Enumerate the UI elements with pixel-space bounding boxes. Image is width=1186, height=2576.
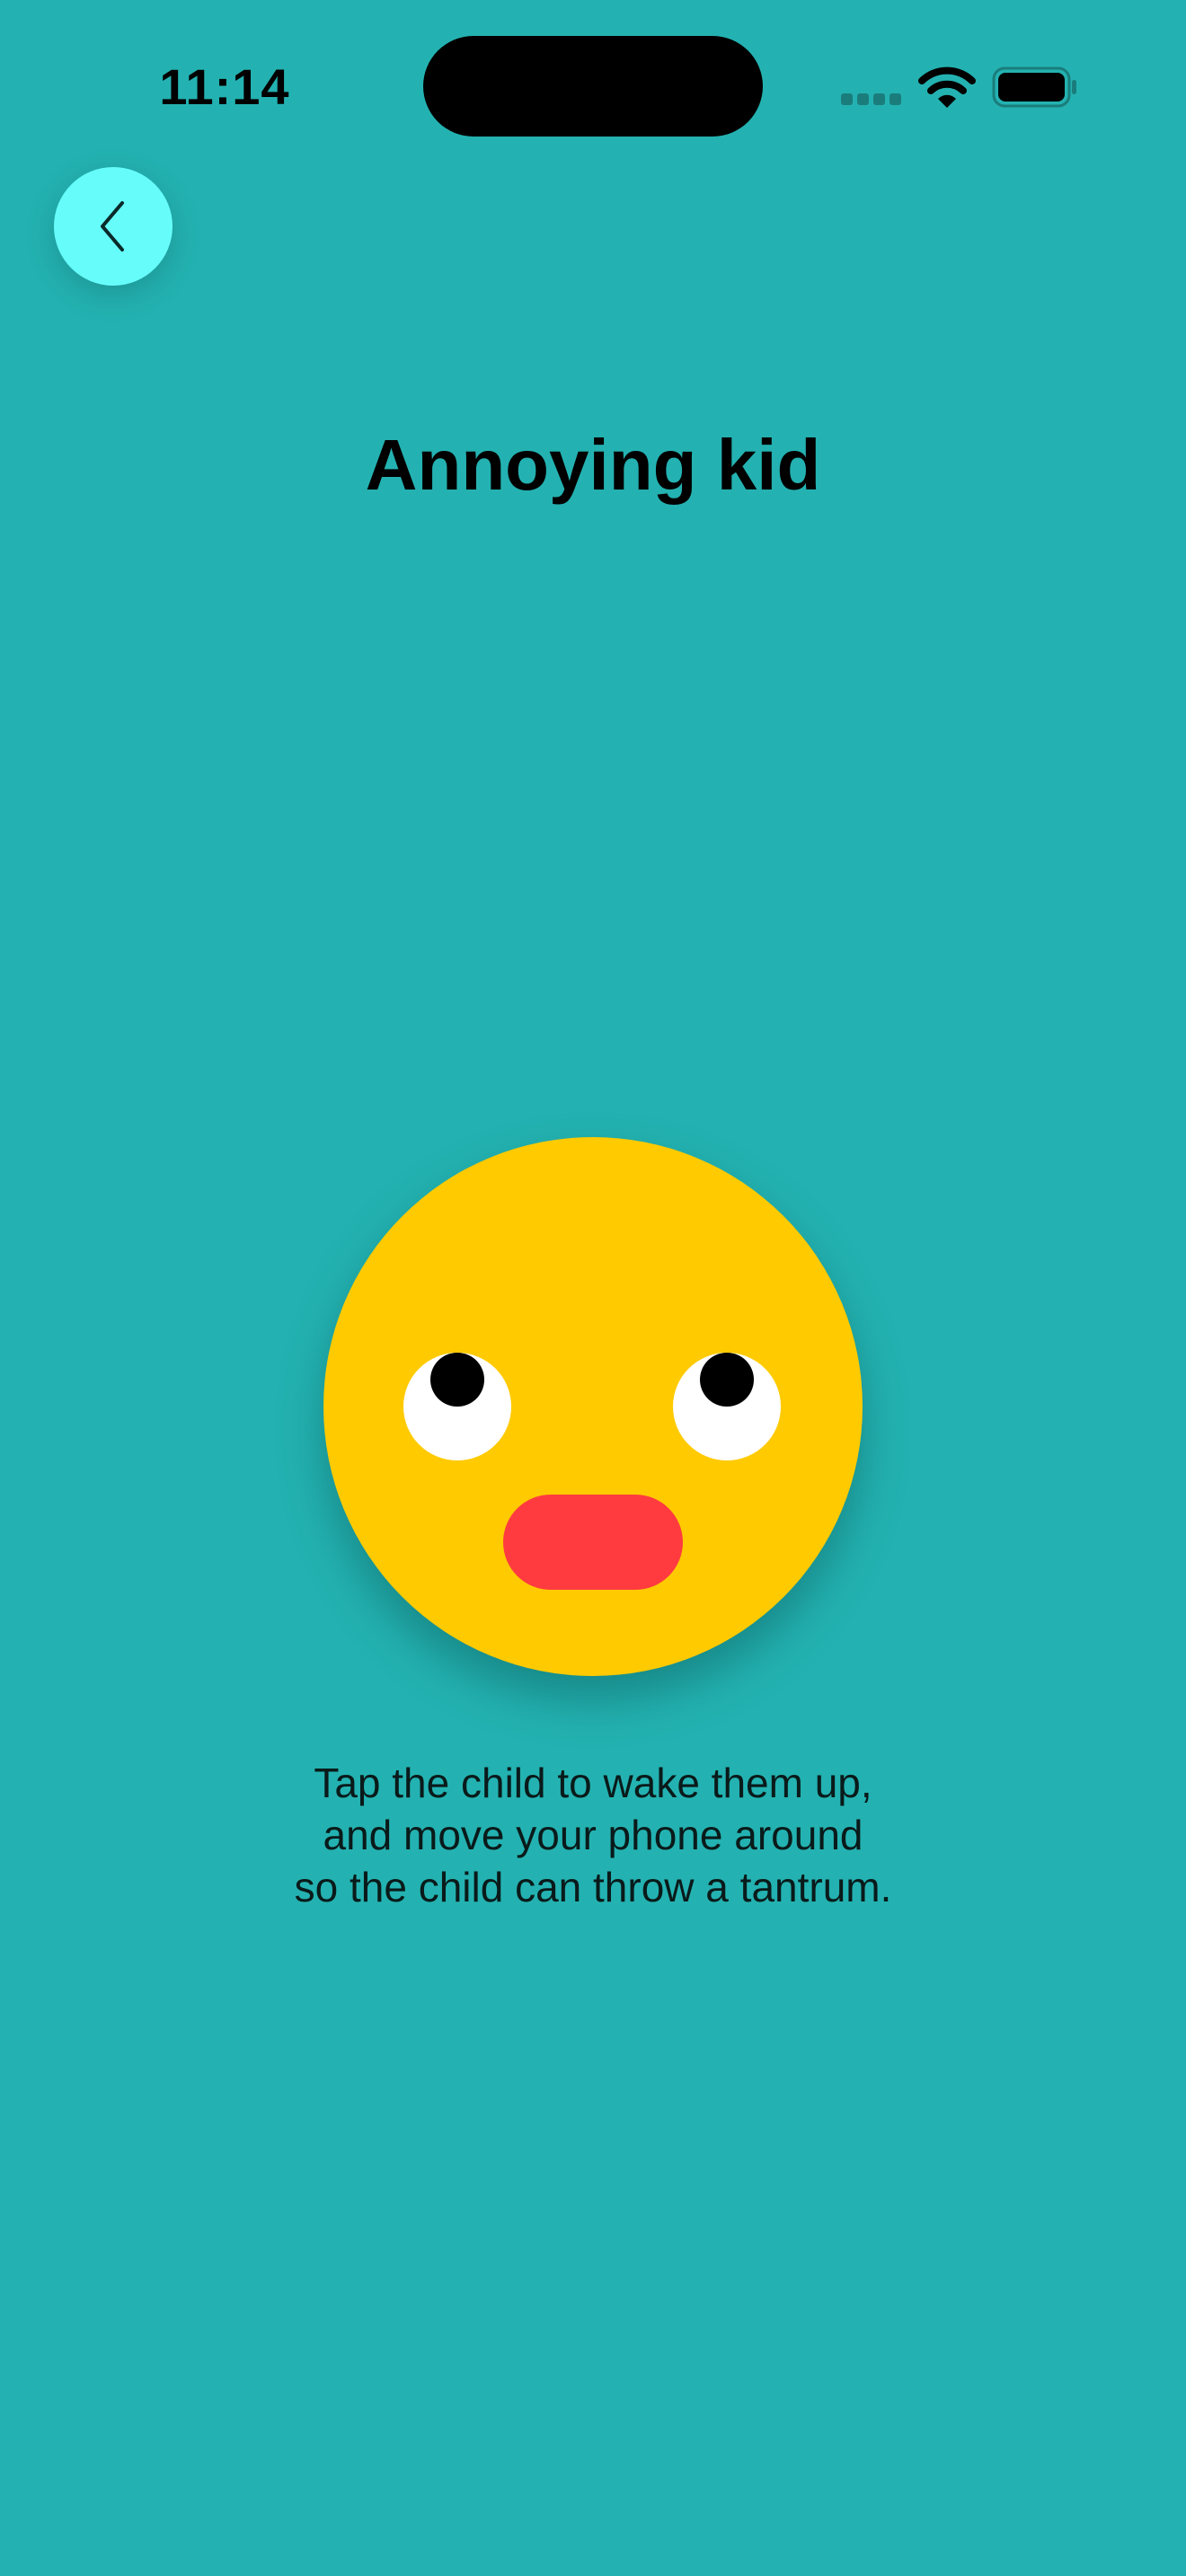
dynamic-island <box>423 36 763 137</box>
signal-icon <box>841 93 902 106</box>
kid-face[interactable] <box>323 1137 863 1676</box>
status-time: 11:14 <box>159 58 290 115</box>
instructions-line-2: and move your phone around <box>323 1812 863 1858</box>
page-title: Annoying kid <box>365 425 821 505</box>
battery-icon <box>992 66 1078 108</box>
chevron-left-icon <box>101 201 124 251</box>
mouth <box>503 1495 683 1590</box>
instructions-line-3: so the child can throw a tantrum. <box>294 1864 892 1910</box>
back-button[interactable] <box>54 167 173 286</box>
left-eye <box>403 1353 511 1460</box>
instructions-line-1: Tap the child to wake them up, <box>314 1760 872 1806</box>
left-pupil <box>430 1353 484 1407</box>
right-pupil <box>700 1353 754 1407</box>
wifi-icon <box>918 65 976 110</box>
instructions-text: Tap the child to wake them up, and move … <box>144 1757 1042 1913</box>
right-eye <box>673 1353 781 1460</box>
